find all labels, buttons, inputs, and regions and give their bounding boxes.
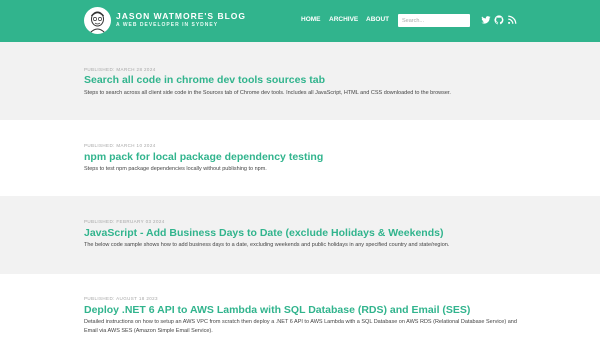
post-title-link[interactable]: npm pack for local package dependency te… bbox=[84, 151, 323, 163]
post-date: PUBLISHED: AUGUST 18 2023 bbox=[84, 296, 158, 301]
post-summary: Detailed instructions on how to setup an… bbox=[84, 319, 517, 334]
github-icon[interactable] bbox=[494, 15, 504, 25]
post-date: PUBLISHED: MARCH 10 2024 bbox=[84, 143, 156, 148]
avatar-portrait-icon bbox=[84, 7, 111, 34]
site-subtitle: A WEB DEVELOPER IN SYDNEY bbox=[116, 22, 219, 28]
post-title-link[interactable]: JavaScript - Add Business Days to Date (… bbox=[84, 227, 443, 239]
nav-home-link[interactable]: HOME bbox=[301, 16, 321, 23]
nav-archive-link[interactable]: ARCHIVE bbox=[329, 16, 358, 23]
author-avatar[interactable] bbox=[84, 7, 111, 34]
post-summary: Steps to test npm package dependencies l… bbox=[84, 166, 267, 172]
twitter-icon[interactable] bbox=[481, 15, 491, 25]
search-input[interactable] bbox=[398, 14, 470, 27]
post-title-link[interactable]: Search all code in chrome dev tools sour… bbox=[84, 74, 325, 86]
nav-about-link[interactable]: ABOUT bbox=[366, 16, 389, 23]
post-date: PUBLISHED: FEBRUARY 03 2024 bbox=[84, 219, 165, 224]
post-summary: The below code sample shows how to add b… bbox=[84, 242, 450, 248]
site-header: JASON WATMORE'S BLOG A WEB DEVELOPER IN … bbox=[0, 0, 600, 42]
post-date: PUBLISHED: MARCH 28 2024 bbox=[84, 67, 156, 72]
post-title-link[interactable]: Deploy .NET 6 API to AWS Lambda with SQL… bbox=[84, 304, 470, 316]
post-summary: Steps to search across all client side c… bbox=[84, 90, 451, 96]
rss-icon[interactable] bbox=[507, 15, 517, 25]
site-title[interactable]: JASON WATMORE'S BLOG bbox=[116, 11, 246, 21]
